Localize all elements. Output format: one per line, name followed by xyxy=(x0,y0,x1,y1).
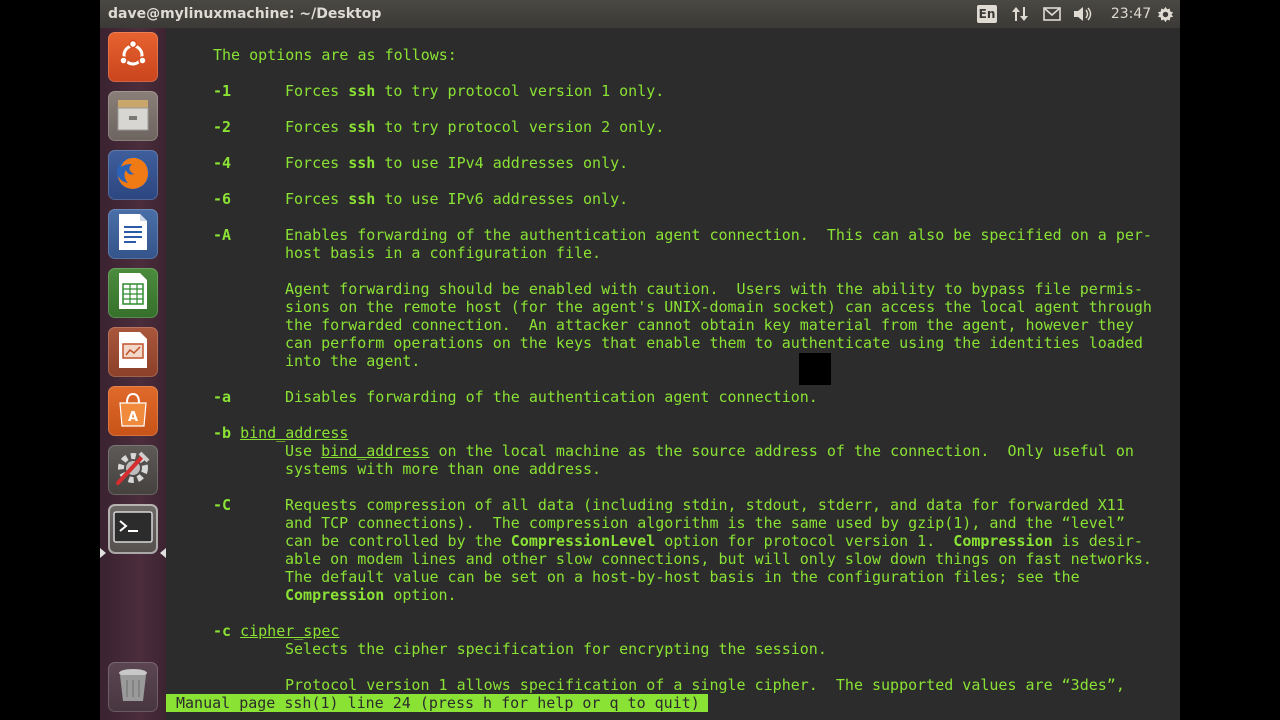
document-icon xyxy=(116,212,150,256)
file-cabinet-icon xyxy=(113,94,153,138)
gear-icon[interactable] xyxy=(1156,4,1174,24)
man-text: Forces xyxy=(285,190,349,208)
option-flag: -b xyxy=(213,424,232,442)
envelope-icon[interactable] xyxy=(1041,4,1063,24)
man-line: The options are as follows: xyxy=(213,46,457,64)
man-line: can be controlled by the CompressionLeve… xyxy=(285,532,1143,550)
shopping-bag-icon: A xyxy=(114,389,152,433)
calc-button[interactable] xyxy=(108,268,158,318)
man-line: host basis in a configuration file. xyxy=(285,244,602,262)
settings-tools-icon xyxy=(112,447,154,493)
man-text: The options are as follows: xyxy=(213,46,457,64)
man-text: option for protocol version 1. xyxy=(655,532,954,550)
man-line: into the agent. xyxy=(285,352,421,370)
man-line: able on modem lines and other slow conne… xyxy=(285,550,1152,568)
man-text: Forces xyxy=(285,118,349,136)
trash-icon xyxy=(116,666,150,708)
svg-text:A: A xyxy=(128,410,138,425)
launcher: A xyxy=(100,28,167,720)
man-text: is desir- xyxy=(1052,532,1143,550)
clock[interactable]: 23:47 xyxy=(1107,4,1155,24)
man-line: Disables forwarding of the authenticatio… xyxy=(285,388,818,406)
man-bold-term: ssh xyxy=(348,82,376,100)
system-settings-button[interactable] xyxy=(108,445,158,495)
option-flag: -a xyxy=(213,388,232,406)
man-line: Forces ssh to use IPv4 addresses only. xyxy=(285,154,628,172)
man-line: Forces ssh to use IPv6 addresses only. xyxy=(285,190,628,208)
man-text: to try protocol version 2 only. xyxy=(375,118,665,136)
man-bold-term: ssh xyxy=(348,118,376,136)
man-bold-term: ssh xyxy=(348,154,376,172)
spreadsheet-icon xyxy=(116,271,150,315)
man-bold-term: ssh xyxy=(348,190,376,208)
man-bold-term: Compression xyxy=(953,532,1053,550)
man-text: Forces xyxy=(285,154,349,172)
window-title: dave@mylinuxmachine: ~/Desktop xyxy=(108,6,382,22)
software-center-button[interactable]: A xyxy=(108,386,158,436)
man-argument: bind_address xyxy=(321,442,430,460)
man-text: on the local machine as the source addre… xyxy=(429,442,1134,460)
man-line: systems with more than one address. xyxy=(285,460,602,478)
man-line: Compression option. xyxy=(285,586,457,604)
man-text: can be controlled by the xyxy=(285,532,511,550)
mouse-cursor xyxy=(799,353,831,385)
man-text: option. xyxy=(384,586,457,604)
man-line: Protocol version 1 allows specification … xyxy=(285,676,1125,694)
man-line: -b bind_address xyxy=(213,424,348,442)
option-flag: -C xyxy=(213,496,232,514)
impress-button[interactable] xyxy=(108,327,158,377)
running-indicator-icon xyxy=(100,548,106,558)
terminal-window[interactable]: The options are as follows: -1 Forces ss… xyxy=(166,28,1180,720)
files-button[interactable] xyxy=(108,91,158,141)
ubuntu-logo-icon xyxy=(117,39,149,75)
man-line: Forces ssh to try protocol version 2 onl… xyxy=(285,118,664,136)
man-line: can perform operations on the keys that … xyxy=(285,334,1143,352)
option-flag: -1 xyxy=(213,82,232,100)
firefox-button[interactable] xyxy=(108,150,158,200)
pager-status-line: Manual page ssh(1) line 24 (press h for … xyxy=(166,694,708,712)
man-line: Use bind_address on the local machine as… xyxy=(285,442,1134,460)
man-text: to try protocol version 1 only. xyxy=(375,82,665,100)
presentation-icon xyxy=(116,330,150,374)
trash-button[interactable] xyxy=(108,662,158,712)
top-panel: dave@mylinuxmachine: ~/Desktop En 23:47 xyxy=(100,0,1180,28)
man-bold-term: Compression xyxy=(285,586,385,604)
option-flag: -2 xyxy=(213,118,232,136)
firefox-icon xyxy=(112,152,154,198)
option-flag: -6 xyxy=(213,190,232,208)
terminal-button[interactable] xyxy=(108,504,158,554)
man-line: The default value can be set on a host-b… xyxy=(285,568,1080,586)
speaker-icon[interactable] xyxy=(1071,4,1095,24)
man-text: Use xyxy=(285,442,322,460)
man-line: Enables forwarding of the authentication… xyxy=(285,226,1152,244)
dash-home-button[interactable] xyxy=(108,32,158,82)
terminal-icon xyxy=(113,511,153,547)
option-flag: -c xyxy=(213,622,232,640)
man-line: sions on the remote host (for the agent'… xyxy=(285,298,1152,316)
man-line: -c cipher_spec xyxy=(213,622,339,640)
man-text: Forces xyxy=(285,82,349,100)
man-text: to use IPv6 addresses only. xyxy=(375,190,629,208)
man-text: to use IPv4 addresses only. xyxy=(375,154,629,172)
option-flag: -A xyxy=(213,226,232,244)
arrows-updown-icon[interactable] xyxy=(1009,4,1031,24)
writer-button[interactable] xyxy=(108,209,158,259)
option-flag: -4 xyxy=(213,154,232,172)
man-line: Agent forwarding should be enabled with … xyxy=(285,280,1143,298)
desktop-screen: dave@mylinuxmachine: ~/Desktop En 23:47 xyxy=(100,0,1180,720)
man-line: and TCP connections). The compression al… xyxy=(285,514,1125,532)
man-argument: cipher_spec xyxy=(240,622,340,640)
keyboard-indicator[interactable]: En xyxy=(977,5,997,23)
man-line: Forces ssh to try protocol version 1 onl… xyxy=(285,82,664,100)
man-line: Requests compression of all data (includ… xyxy=(285,496,1125,514)
man-line: the forwarded connection. An attacker ca… xyxy=(285,316,1134,334)
man-line: Selects the cipher specification for enc… xyxy=(285,640,827,658)
man-argument: bind_address xyxy=(240,424,349,442)
man-bold-term: CompressionLevel xyxy=(510,532,656,550)
